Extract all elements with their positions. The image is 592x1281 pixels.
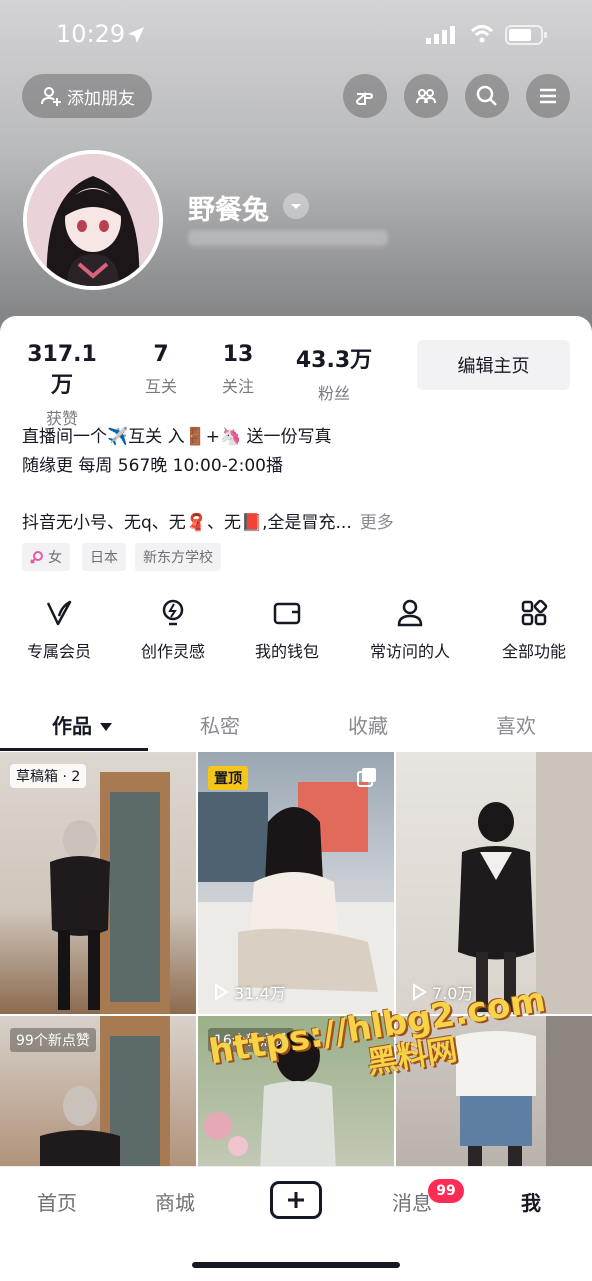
play-icon — [215, 983, 229, 1001]
signal-icon — [426, 26, 455, 44]
feature-all-label: 全部功能 — [501, 642, 566, 661]
bio-line-1: 直播间一个✈️互关 入🚪+🦄 送一份写真 — [22, 427, 332, 447]
edit-profile-button[interactable]: 编辑主页 — [417, 340, 570, 390]
tab-likes[interactable]: 喜欢 — [496, 710, 536, 739]
feature-inspiration[interactable]: 创作灵感 — [118, 598, 228, 662]
avatar-illustration — [27, 154, 159, 286]
video-tile[interactable]: 7.0万 — [396, 752, 592, 1014]
new-likes-badge: 99个新点赞 — [10, 1028, 96, 1052]
menu-button[interactable] — [526, 74, 570, 118]
stat-likes-value: 317.1万 — [27, 342, 97, 398]
stat-following[interactable]: 13 关注 — [213, 342, 263, 397]
feature-vip-label: 专属会员 — [26, 642, 91, 661]
feature-wallet-label: 我的钱包 — [254, 642, 319, 661]
stat-followers-label: 粉丝 — [317, 384, 350, 403]
feature-frequent-visitors[interactable]: 常访问的人 — [355, 598, 465, 662]
pinned-badge: 置顶 — [208, 766, 248, 790]
friends-button[interactable] — [404, 74, 448, 118]
lightbulb-icon — [162, 599, 184, 626]
female-icon — [30, 551, 43, 564]
play-count: 31.4万 — [212, 980, 286, 1004]
caret-down-icon — [99, 723, 112, 731]
tag-location-label: 日本 — [90, 550, 118, 566]
video-grid: 草稿箱 · 2 置顶 31.4万 7.0万 99个新点赞 16个新点赞 — [0, 752, 592, 1170]
tab-private[interactable]: 私密 — [200, 710, 240, 739]
tab-active-indicator — [0, 748, 148, 751]
feature-vip[interactable]: 专属会员 — [4, 598, 114, 662]
nav-messages[interactable]: 消息 — [392, 1187, 432, 1216]
wallet-icon — [273, 602, 301, 625]
plus-icon — [288, 1192, 304, 1208]
chevron-down-icon — [291, 204, 301, 209]
play-count-value: 31.4万 — [234, 984, 286, 1003]
add-friend-button[interactable]: 添加朋友 — [22, 74, 152, 118]
stat-following-label: 关注 — [221, 377, 254, 396]
status-time: 10:29 — [56, 20, 126, 48]
feature-all[interactable]: 全部功能 — [479, 598, 589, 662]
account-switch-button[interactable] — [283, 193, 309, 219]
search-button[interactable] — [465, 74, 509, 118]
stat-followers-value: 43.3万 — [295, 348, 373, 373]
stat-likes[interactable]: 317.1万 获赞 — [22, 342, 102, 429]
stat-following-value: 13 — [222, 342, 254, 367]
tab-works-label: 作品 — [52, 714, 92, 738]
stat-mutual-value: 7 — [153, 342, 169, 367]
tag-school: 新东方学校 — [135, 543, 221, 571]
hamburger-menu-icon — [540, 88, 556, 104]
video-tile[interactable]: 草稿箱 · 2 — [0, 752, 196, 1014]
add-friend-label: 添加朋友 — [67, 88, 135, 109]
vip-v-icon — [46, 600, 72, 626]
visitor-button[interactable] — [343, 74, 387, 118]
feature-wallet[interactable]: 我的钱包 — [232, 598, 342, 662]
video-thumbnail — [50, 772, 170, 1014]
nav-home[interactable]: 首页 — [37, 1187, 77, 1216]
nav-mall[interactable]: 商城 — [155, 1187, 195, 1216]
apps-grid-icon — [521, 599, 548, 626]
feature-inspiration-label: 创作灵感 — [140, 642, 205, 661]
tab-favorites[interactable]: 收藏 — [348, 710, 388, 739]
search-icon — [476, 85, 497, 106]
video-tile[interactable]: 置顶 31.4万 — [198, 752, 394, 1014]
multi-image-icon — [357, 768, 376, 787]
nav-me[interactable]: 我 — [521, 1187, 541, 1216]
tag-gender-label: 女 — [48, 550, 62, 566]
profile-header: 10:29 添加朋友 野餐兔 — [0, 0, 592, 340]
video-tile[interactable]: 99个新点赞 — [0, 1016, 196, 1170]
video-thumbnail — [458, 752, 592, 1014]
video-thumbnail — [198, 782, 394, 1014]
hand-pointer-icon — [355, 91, 374, 105]
user-id-blurred — [188, 230, 388, 246]
draft-box-badge[interactable]: 草稿箱 · 2 — [10, 764, 87, 788]
tag-school-label: 新东方学校 — [143, 550, 213, 566]
home-indicator — [192, 1262, 400, 1268]
stat-mutual[interactable]: 7 互关 — [136, 342, 186, 397]
location-arrow-icon — [128, 27, 144, 43]
draft-box-label: 草稿箱 · 2 — [16, 769, 81, 785]
username[interactable]: 野餐兔 — [188, 188, 269, 227]
battery-icon — [505, 25, 547, 45]
status-bar: 10:29 — [0, 0, 592, 70]
bio-more-link[interactable]: 更多 — [360, 513, 394, 533]
add-user-icon — [41, 87, 61, 106]
create-post-button[interactable] — [270, 1181, 322, 1219]
avatar[interactable] — [23, 150, 163, 290]
feature-frequent-visitors-label: 常访问的人 — [369, 642, 450, 661]
tab-works[interactable]: 作品 — [52, 710, 113, 739]
stat-mutual-label: 互关 — [144, 377, 177, 396]
friends-icon — [416, 89, 436, 104]
tag-location: 日本 — [82, 543, 126, 571]
person-icon — [397, 599, 423, 627]
stat-followers[interactable]: 43.3万 粉丝 — [294, 342, 374, 404]
tag-gender: 女 — [22, 543, 70, 571]
bio-line-2: 随缘更 每周 567晚 10:00-2:00播 — [22, 456, 283, 476]
bio-line-3: 抖音无小号、无q、无🧣、无📕,全是冒充... 更多 — [22, 508, 394, 533]
bio-line-3-text: 抖音无小号、无q、无🧣、无📕,全是冒充... — [22, 513, 352, 533]
messages-badge: 99 — [428, 1179, 464, 1203]
wifi-icon — [470, 25, 494, 43]
